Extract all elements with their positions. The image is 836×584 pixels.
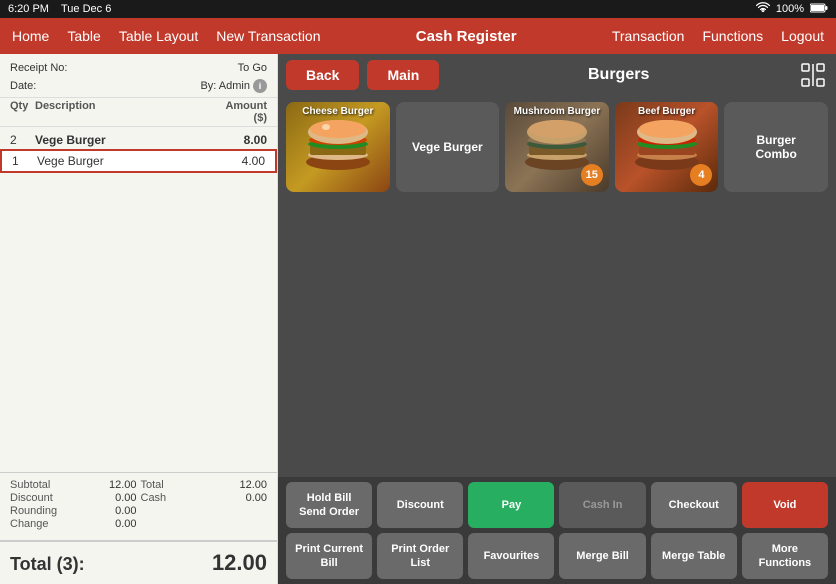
bottom-bar: Hold BillSend Order Discount Pay Cash In…: [278, 477, 836, 584]
rounding-value: 0.00: [75, 505, 136, 517]
time: 6:20 PM: [8, 3, 49, 15]
menu-item-beef-burger[interactable]: Beef Burger 4: [615, 102, 719, 192]
vege-burger-label: Vege Burger: [408, 136, 487, 158]
wifi-icon: [756, 2, 770, 17]
nav-left: Home Table Table Layout New Transaction: [12, 28, 321, 44]
nav-new-transaction[interactable]: New Transaction: [216, 28, 320, 44]
status-right: 100%: [756, 2, 828, 17]
nav-bar: Home Table Table Layout New Transaction …: [0, 18, 836, 54]
category-title: Burgers: [447, 66, 790, 84]
total-value: 12.00: [206, 479, 267, 491]
right-panel: Back Main Burgers: [278, 54, 836, 584]
col-amount-header: Amount ($): [212, 100, 267, 124]
item-qty: 2: [10, 133, 35, 147]
rounding-label: Rounding: [10, 505, 71, 517]
cheese-burger-name: Cheese Burger: [286, 104, 390, 119]
receipt-items: 2 Vege Burger 8.00 1 Vege Burger 4.00: [0, 127, 277, 472]
item-desc: Vege Burger: [37, 154, 210, 168]
merge-table-button[interactable]: Merge Table: [651, 533, 737, 579]
change-label: Change: [10, 518, 71, 530]
menu-item-vege-burger[interactable]: Vege Burger: [396, 102, 500, 192]
favourites-button[interactable]: Favourites: [468, 533, 554, 579]
nav-transaction[interactable]: Transaction: [612, 28, 685, 44]
item-qty: 1: [12, 154, 37, 168]
void-button[interactable]: Void: [742, 482, 828, 528]
nav-home[interactable]: Home: [12, 28, 49, 44]
admin-info: By: Admin i: [200, 78, 267, 96]
menu-item-mushroom-burger[interactable]: Mushroom Burger 15: [505, 102, 609, 192]
back-button[interactable]: Back: [286, 60, 359, 90]
mushroom-burger-badge: 15: [581, 164, 603, 186]
receipt-item-selected[interactable]: 1 Vege Burger 4.00: [0, 149, 277, 173]
grand-total-bar: Total (3): 12.00: [0, 540, 277, 584]
nav-right: Transaction Functions Logout: [612, 28, 824, 44]
receipt-column-headers: Qty Description Amount ($): [0, 98, 277, 127]
item-desc: Vege Burger: [35, 133, 212, 147]
status-time-date: 6:20 PM Tue Dec 6: [8, 3, 111, 15]
menu-grid: Cheese Burger Vege Burger: [278, 96, 836, 477]
cheese-burger-image: [286, 107, 390, 187]
subtotal-value: 12.00: [75, 479, 136, 491]
discount-label: Discount: [10, 492, 71, 504]
total-label: Total: [141, 479, 202, 491]
empty4: [206, 518, 267, 530]
hold-bill-button[interactable]: Hold BillSend Order: [286, 482, 372, 528]
discount-value: 0.00: [75, 492, 136, 504]
nav-table-layout[interactable]: Table Layout: [119, 28, 198, 44]
burger-combo-label: Burger Combo: [732, 129, 820, 166]
grand-total-label: Total (3):: [10, 554, 85, 575]
date-label: Date:: [10, 78, 36, 96]
empty3: [141, 518, 202, 530]
cash-label: Cash: [141, 492, 202, 504]
print-order-list-button[interactable]: Print Order List: [377, 533, 463, 579]
discount-button[interactable]: Discount: [377, 482, 463, 528]
merge-bill-button[interactable]: Merge Bill: [559, 533, 645, 579]
to-go-label: To Go: [238, 60, 267, 78]
receipt-header: Receipt No: To Go Date: By: Admin i: [0, 54, 277, 98]
empty2: [206, 505, 267, 517]
nav-logout[interactable]: Logout: [781, 28, 824, 44]
by-admin-label: By: Admin: [200, 78, 250, 96]
receipt-item-summary[interactable]: 2 Vege Burger 8.00: [0, 131, 277, 149]
col-qty-header: Qty: [10, 100, 35, 124]
battery-icon: [810, 3, 828, 16]
grand-total-value: 12.00: [212, 550, 267, 576]
top-action-bar: Back Main Burgers: [278, 54, 836, 96]
col-desc-header: Description: [35, 100, 212, 124]
mushroom-burger-name: Mushroom Burger: [505, 104, 609, 119]
pay-button[interactable]: Pay: [468, 482, 554, 528]
main-button[interactable]: Main: [367, 60, 439, 90]
receipt-no-label: Receipt No:: [10, 60, 67, 78]
empty1: [141, 505, 202, 517]
battery-percent: 100%: [776, 3, 804, 15]
beef-burger-name: Beef Burger: [615, 104, 719, 119]
change-value: 0.00: [75, 518, 136, 530]
nav-functions[interactable]: Functions: [702, 28, 763, 44]
scan-icon[interactable]: [798, 60, 828, 90]
main-layout: Receipt No: To Go Date: By: Admin i Qty …: [0, 54, 836, 584]
print-current-bill-button[interactable]: Print Current Bill: [286, 533, 372, 579]
nav-table[interactable]: Table: [67, 28, 100, 44]
menu-item-cheese-burger[interactable]: Cheese Burger: [286, 102, 390, 192]
more-functions-button[interactable]: More Functions: [742, 533, 828, 579]
item-amount: 4.00: [210, 154, 265, 168]
menu-item-burger-combo[interactable]: Burger Combo: [724, 102, 828, 192]
nav-title: Cash Register: [321, 28, 612, 45]
status-bar: 6:20 PM Tue Dec 6 100%: [0, 0, 836, 18]
receipt-panel: Receipt No: To Go Date: By: Admin i Qty …: [0, 54, 278, 584]
cash-value: 0.00: [206, 492, 267, 504]
cash-in-button: Cash In: [559, 482, 645, 528]
date: Tue Dec 6: [61, 3, 111, 15]
receipt-totals: Subtotal 12.00 Total 12.00 Discount 0.00…: [0, 472, 277, 540]
item-amount: 8.00: [212, 133, 267, 147]
info-icon[interactable]: i: [253, 79, 267, 93]
checkout-button[interactable]: Checkout: [651, 482, 737, 528]
subtotal-label: Subtotal: [10, 479, 71, 491]
